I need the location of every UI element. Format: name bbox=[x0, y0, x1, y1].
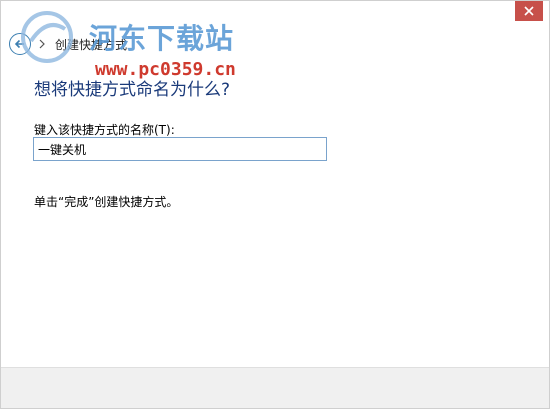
close-button[interactable] bbox=[515, 1, 543, 21]
finish-hint: 单击“完成”创建快捷方式。 bbox=[34, 195, 179, 209]
navigation-bar: 创建快捷方式 bbox=[9, 31, 127, 57]
back-arrow-icon bbox=[14, 39, 24, 49]
page-heading: 想将快捷方式命名为什么? bbox=[34, 80, 231, 100]
shortcut-name-label: 键入该快捷方式的名称(T): bbox=[34, 123, 175, 137]
back-button[interactable] bbox=[9, 33, 31, 55]
create-shortcut-window: 创建快捷方式 河东下载站 www.pc0359.cn 想将快捷方式命名为什么? … bbox=[0, 0, 550, 409]
shortcut-name-input[interactable] bbox=[33, 137, 327, 161]
close-icon bbox=[524, 6, 534, 16]
chevron-right-icon bbox=[39, 39, 45, 49]
wizard-title: 创建快捷方式 bbox=[55, 37, 128, 52]
footer-bar bbox=[1, 367, 549, 408]
